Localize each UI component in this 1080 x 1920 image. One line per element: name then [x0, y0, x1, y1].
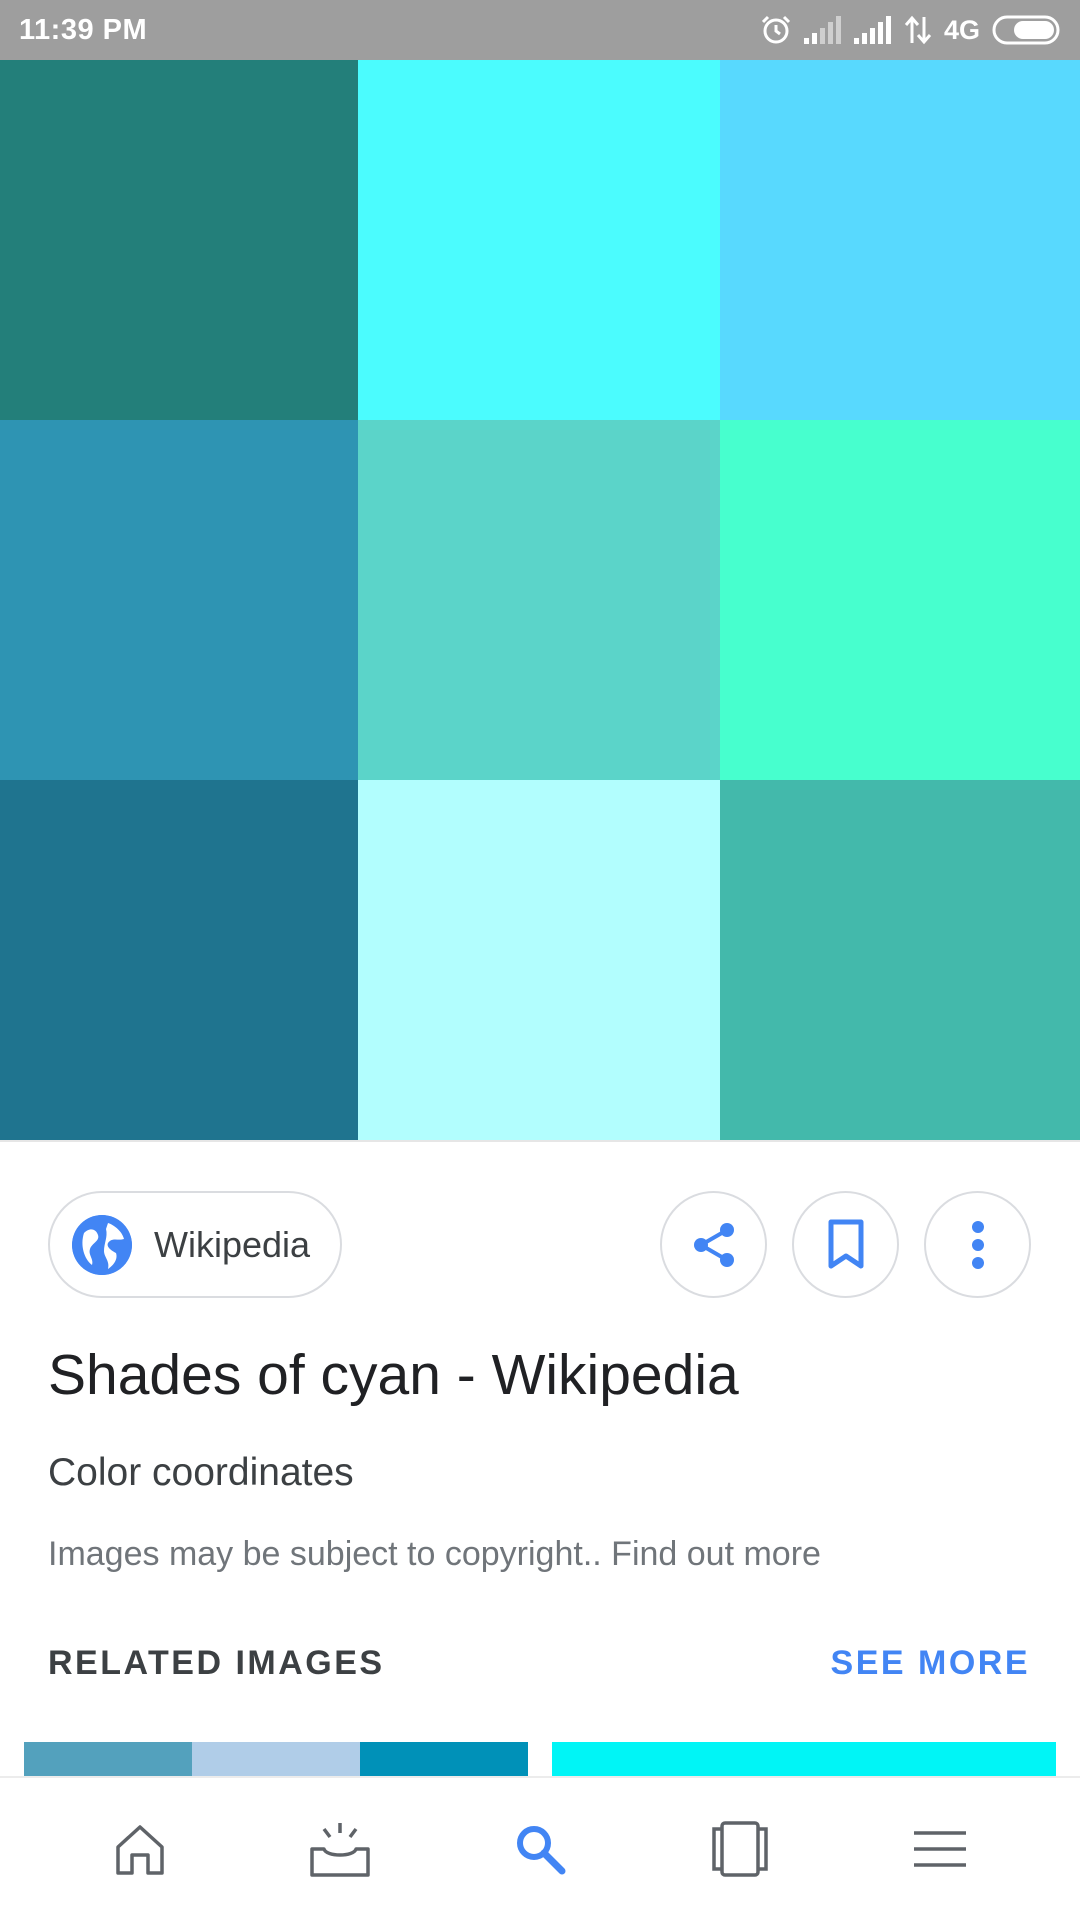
related-image-thumbnail[interactable] [24, 1742, 528, 1776]
color-swatch [358, 60, 720, 420]
tabs-icon [712, 1821, 768, 1877]
color-swatch [720, 60, 1080, 420]
share-icon [693, 1222, 734, 1267]
bookmark-icon [828, 1219, 863, 1268]
source-label: Wikipedia [154, 1223, 311, 1265]
menu-icon [914, 1831, 966, 1867]
signal-weak-icon [803, 16, 841, 44]
color-swatch [0, 420, 358, 780]
color-swatch [358, 420, 720, 780]
globe-icon [72, 1214, 132, 1275]
save-button[interactable] [792, 1191, 899, 1298]
updates-icon [310, 1823, 370, 1877]
status-icons: 4G [760, 14, 1064, 46]
nav-updates[interactable] [290, 1799, 390, 1899]
nav-home[interactable] [90, 1799, 190, 1899]
copyright-text: Images may be subject to copyright.. [48, 1535, 612, 1573]
related-image-thumbnail[interactable] [552, 1742, 1056, 1776]
source-chip[interactable]: Wikipedia [48, 1191, 342, 1298]
copyright-notice: Images may be subject to copyright.. Fin… [48, 1535, 821, 1574]
divider [0, 1140, 1080, 1142]
status-time: 11:39 PM [19, 13, 148, 46]
bottom-nav [0, 1776, 1080, 1920]
thumbnail-swatch [360, 1742, 528, 1776]
result-image[interactable] [0, 60, 1080, 1140]
status-bar: 11:39 PM 4G [0, 0, 1080, 60]
network-label: 4G [943, 14, 980, 45]
color-swatch [720, 420, 1080, 780]
thumbnail-swatch [192, 1742, 360, 1776]
find-out-more-link[interactable]: Find out more [611, 1535, 821, 1573]
data-arrows-icon [904, 15, 932, 45]
thumbnail-swatch [24, 1742, 192, 1776]
color-swatch [358, 780, 720, 1140]
color-swatch [0, 60, 358, 420]
search-icon [517, 1826, 566, 1875]
signal-icon [853, 16, 891, 44]
share-button[interactable] [660, 1191, 767, 1298]
nav-menu[interactable] [890, 1799, 990, 1899]
result-subtitle: Color coordinates [48, 1451, 354, 1494]
color-swatch [720, 780, 1080, 1140]
related-images-heading: RELATED IMAGES [48, 1644, 385, 1682]
result-title[interactable]: Shades of cyan - Wikipedia [48, 1342, 1048, 1408]
more-options-button[interactable] [924, 1191, 1031, 1298]
battery-icon [992, 15, 1060, 45]
see-more-button[interactable]: SEE MORE [831, 1644, 1030, 1683]
color-swatch [0, 780, 358, 1140]
home-icon [116, 1825, 164, 1875]
nav-tabs[interactable] [690, 1799, 790, 1899]
alarm-icon [761, 15, 791, 44]
more-vert-icon [971, 1220, 984, 1269]
nav-search[interactable] [490, 1799, 590, 1899]
